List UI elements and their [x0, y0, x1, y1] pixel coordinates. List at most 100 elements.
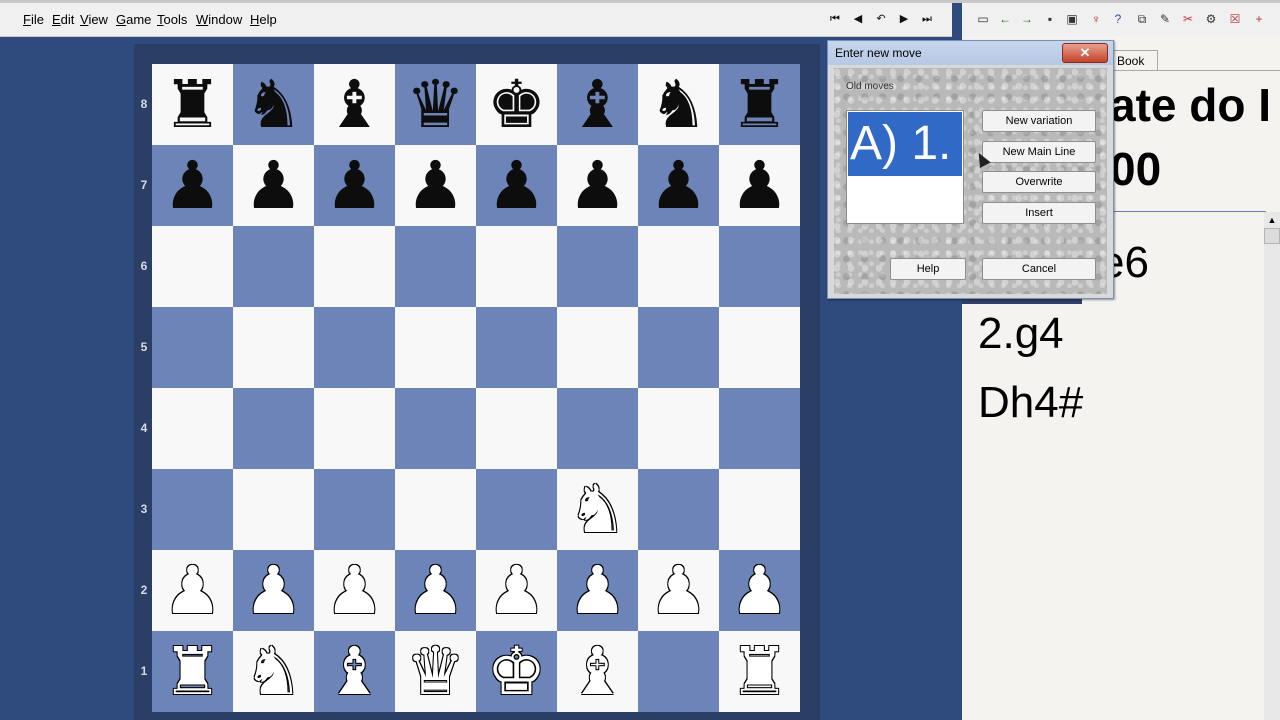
board-square[interactable]: [476, 307, 557, 388]
save-as-icon[interactable]: ▣: [1064, 11, 1080, 27]
previous-move-icon[interactable]: ◀: [851, 12, 865, 26]
back-arrow-icon[interactable]: ←: [997, 11, 1013, 27]
black-pawn-icon[interactable]: ♟: [476, 145, 557, 226]
copy-position-icon[interactable]: ⧉: [1134, 11, 1150, 27]
board-square[interactable]: [233, 469, 314, 550]
board-square[interactable]: [719, 469, 800, 550]
black-pawn-icon[interactable]: ♟: [233, 145, 314, 226]
white-pawn-icon[interactable]: ♟: [638, 550, 719, 631]
overwrite-button[interactable]: Overwrite: [982, 171, 1096, 193]
last-move-icon[interactable]: ⏭: [920, 12, 934, 26]
black-pawn-icon[interactable]: ♟: [719, 145, 800, 226]
white-rook-icon[interactable]: ♜: [719, 631, 800, 712]
board-square[interactable]: [314, 226, 395, 307]
move-dh4[interactable]: Dh4#: [978, 378, 1083, 428]
board-square[interactable]: [476, 469, 557, 550]
white-rook-icon[interactable]: ♜: [152, 631, 233, 712]
black-knight-icon[interactable]: ♞: [638, 64, 719, 145]
insert-button[interactable]: Insert: [982, 202, 1096, 224]
menu-help[interactable]: Help: [250, 12, 277, 27]
board-square[interactable]: [152, 388, 233, 469]
board-square[interactable]: [557, 226, 638, 307]
dialog-close-button[interactable]: ✕: [1062, 43, 1108, 63]
forward-arrow-icon[interactable]: →: [1019, 11, 1035, 27]
white-pawn-icon[interactable]: ♟: [476, 550, 557, 631]
first-move-icon[interactable]: ⏮: [828, 12, 842, 26]
board-square[interactable]: [476, 388, 557, 469]
board-square[interactable]: [557, 388, 638, 469]
white-pawn-icon[interactable]: ♟: [314, 550, 395, 631]
tab-book[interactable]: Book: [1112, 50, 1158, 71]
black-rook-icon[interactable]: ♜: [152, 64, 233, 145]
analysis-icon[interactable]: ♆: [1088, 11, 1104, 27]
board-square[interactable]: [314, 469, 395, 550]
cancel-button[interactable]: Cancel: [982, 258, 1096, 280]
white-knight-icon[interactable]: ♞: [233, 631, 314, 712]
black-queen-icon[interactable]: ♛: [395, 64, 476, 145]
save-icon[interactable]: ▪: [1042, 11, 1058, 27]
white-queen-icon[interactable]: ♛: [395, 631, 476, 712]
selected-old-move[interactable]: A) 1.: [848, 112, 962, 176]
white-pawn-icon[interactable]: ♟: [233, 550, 314, 631]
new-icon[interactable]: ▭: [975, 11, 991, 27]
board-square[interactable]: [152, 226, 233, 307]
board-square[interactable]: [233, 388, 314, 469]
black-rook-icon[interactable]: ♜: [719, 64, 800, 145]
board-square[interactable]: [638, 388, 719, 469]
black-pawn-icon[interactable]: ♟: [152, 145, 233, 226]
scroll-thumb[interactable]: [1264, 228, 1280, 244]
black-pawn-icon[interactable]: ♟: [557, 145, 638, 226]
help-button[interactable]: Help: [890, 258, 966, 280]
board-square[interactable]: [719, 388, 800, 469]
board-square[interactable]: [233, 307, 314, 388]
tournament-icon[interactable]: ⚙: [1203, 11, 1219, 27]
chess-board[interactable]: ♜ ♞ ♝ ♛ ♚ ♝ ♞ ♜ ♟ ♟ ♟ ♟ ♟ ♟ ♟ ♟ ♞ ♟ ♟ ♟ ♟ ♟ ♟ ♟ ♟ ♜ ♞ ♝ ♛ ♚ ♝ ♜: [152, 64, 800, 712]
menu-window[interactable]: Window: [196, 12, 242, 27]
menu-tools[interactable]: Tools: [157, 12, 187, 27]
black-bishop-icon[interactable]: ♝: [314, 64, 395, 145]
notation-scrollbar[interactable]: [1264, 212, 1280, 720]
black-bishop-icon[interactable]: ♝: [557, 64, 638, 145]
black-pawn-icon[interactable]: ♟: [395, 145, 476, 226]
menu-file[interactable]: File: [23, 12, 44, 27]
white-bishop-icon[interactable]: ♝: [314, 631, 395, 712]
eraser-icon[interactable]: ✎: [1157, 11, 1173, 27]
board-square[interactable]: [233, 226, 314, 307]
board-square[interactable]: [395, 388, 476, 469]
board-square[interactable]: [152, 469, 233, 550]
white-pawn-icon[interactable]: ♟: [395, 550, 476, 631]
next-move-icon[interactable]: ▶: [897, 12, 911, 26]
black-knight-icon[interactable]: ♞: [233, 64, 314, 145]
white-knight-icon[interactable]: ♞: [557, 469, 638, 550]
new-main-line-button[interactable]: New Main Line: [982, 141, 1096, 163]
menu-game[interactable]: Game: [116, 12, 151, 27]
white-pawn-icon[interactable]: ♟: [557, 550, 638, 631]
new-variation-button[interactable]: New variation: [982, 110, 1096, 132]
close-icon[interactable]: ☒: [1227, 11, 1243, 27]
scroll-up-icon[interactable]: ▲: [1264, 212, 1280, 228]
board-square[interactable]: [395, 307, 476, 388]
board-square[interactable]: [476, 226, 557, 307]
board-square[interactable]: [719, 226, 800, 307]
white-bishop-icon[interactable]: ♝: [557, 631, 638, 712]
help-icon[interactable]: ?: [1110, 11, 1126, 27]
board-square[interactable]: [314, 388, 395, 469]
board-square[interactable]: [638, 307, 719, 388]
board-square[interactable]: [638, 469, 719, 550]
delete-icon[interactable]: ✂: [1180, 11, 1196, 27]
board-square[interactable]: [557, 307, 638, 388]
black-pawn-icon[interactable]: ♟: [314, 145, 395, 226]
move-g4[interactable]: 2.g4: [978, 309, 1064, 359]
board-square[interactable]: [314, 307, 395, 388]
board-square[interactable]: [152, 307, 233, 388]
menu-view[interactable]: View: [80, 12, 108, 27]
black-pawn-icon[interactable]: ♟: [638, 145, 719, 226]
white-pawn-icon[interactable]: ♟: [152, 550, 233, 631]
white-pawn-icon[interactable]: ♟: [719, 550, 800, 631]
undo-icon[interactable]: ↶: [874, 12, 888, 26]
board-square[interactable]: [638, 226, 719, 307]
black-king-icon[interactable]: ♚: [476, 64, 557, 145]
board-square[interactable]: [719, 307, 800, 388]
board-square[interactable]: [395, 226, 476, 307]
board-square[interactable]: [395, 469, 476, 550]
